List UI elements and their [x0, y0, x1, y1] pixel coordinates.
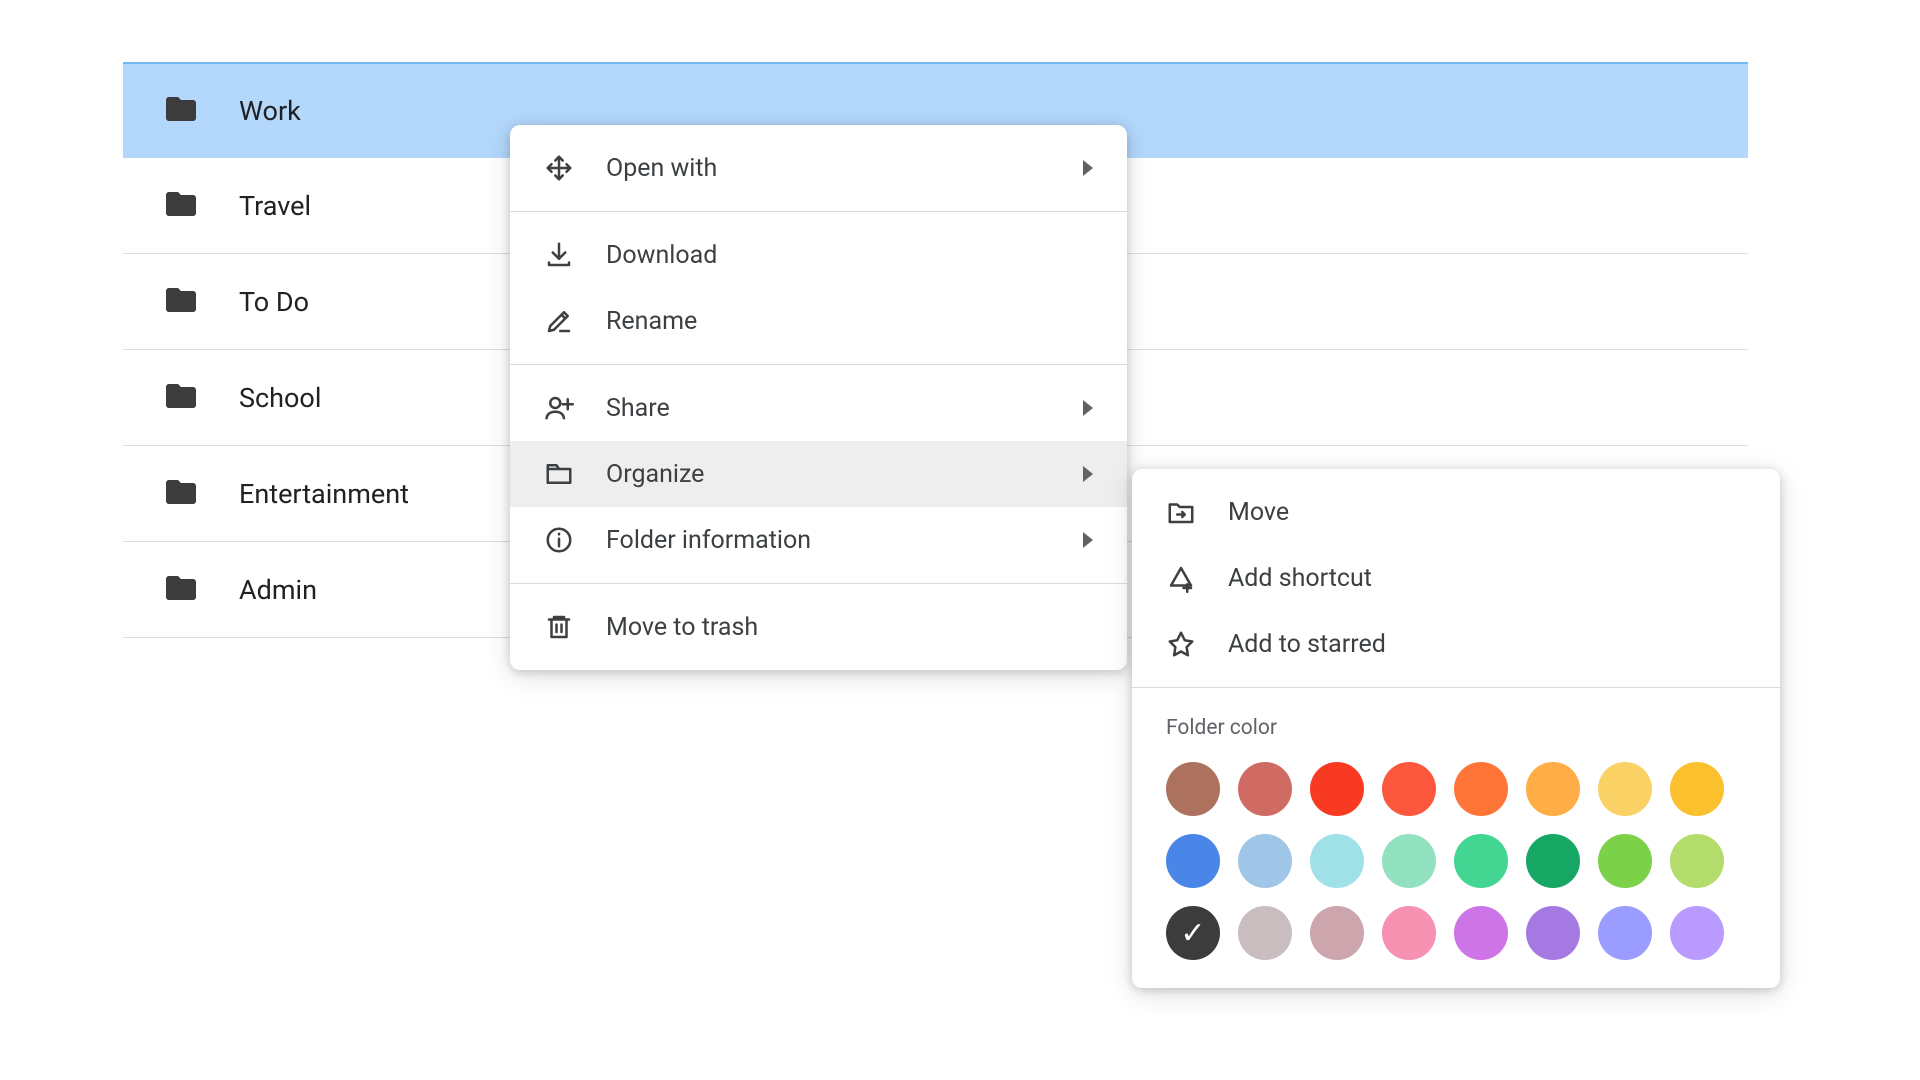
folder-icon	[163, 282, 199, 322]
menu-label: Folder information	[606, 526, 1093, 555]
folder-icon	[163, 186, 199, 226]
share-icon	[544, 393, 574, 423]
menu-download[interactable]: Download	[510, 222, 1127, 288]
folder-label: Entertainment	[239, 478, 409, 510]
color-swatch[interactable]	[1454, 834, 1508, 888]
menu-open-with[interactable]: Open with	[510, 135, 1127, 201]
chevron-right-icon	[1083, 466, 1093, 482]
submenu-add-starred[interactable]: Add to starred	[1132, 611, 1780, 677]
menu-label: Share	[606, 394, 1093, 423]
folder-label: Travel	[239, 190, 311, 222]
submenu-add-shortcut[interactable]: Add shortcut	[1132, 545, 1780, 611]
color-swatch[interactable]	[1382, 906, 1436, 960]
menu-share[interactable]: Share	[510, 375, 1127, 441]
folder-color-grid: ✓	[1132, 744, 1780, 960]
folder-color-label: Folder color	[1132, 698, 1780, 744]
chevron-right-icon	[1083, 160, 1093, 176]
color-swatch[interactable]	[1670, 834, 1724, 888]
color-swatch[interactable]	[1166, 762, 1220, 816]
menu-label: Add shortcut	[1228, 564, 1746, 593]
color-swatch[interactable]	[1310, 834, 1364, 888]
context-menu: Open with Download Rename Share	[510, 125, 1127, 670]
color-swatch[interactable]	[1166, 834, 1220, 888]
submenu-move[interactable]: Move	[1132, 479, 1780, 545]
color-swatch[interactable]	[1238, 762, 1292, 816]
color-swatch[interactable]	[1598, 906, 1652, 960]
color-swatch[interactable]	[1382, 762, 1436, 816]
menu-separator	[510, 211, 1127, 212]
folder-label: Work	[239, 95, 301, 127]
trash-icon	[544, 612, 574, 642]
menu-label: Organize	[606, 460, 1093, 489]
chevron-right-icon	[1083, 532, 1093, 548]
color-swatch[interactable]	[1310, 906, 1364, 960]
menu-label: Rename	[606, 307, 1093, 336]
color-swatch[interactable]: ✓	[1166, 906, 1220, 960]
menu-label: Move to trash	[606, 613, 1093, 642]
color-swatch[interactable]	[1382, 834, 1436, 888]
info-icon	[544, 525, 574, 555]
checkmark-icon: ✓	[1180, 916, 1205, 951]
folder-icon	[163, 91, 199, 131]
color-swatch[interactable]	[1454, 762, 1508, 816]
rename-icon	[544, 306, 574, 336]
menu-separator	[1132, 687, 1780, 688]
menu-label: Add to starred	[1228, 630, 1746, 659]
menu-separator	[510, 583, 1127, 584]
color-swatch[interactable]	[1238, 906, 1292, 960]
download-icon	[544, 240, 574, 270]
color-swatch[interactable]	[1526, 762, 1580, 816]
color-swatch[interactable]	[1310, 762, 1364, 816]
menu-move-to-trash[interactable]: Move to trash	[510, 594, 1127, 660]
color-swatch[interactable]	[1670, 906, 1724, 960]
open-with-icon	[544, 153, 574, 183]
folder-label: Admin	[239, 574, 317, 606]
folder-icon	[163, 378, 199, 418]
menu-folder-info[interactable]: Folder information	[510, 507, 1127, 573]
color-swatch[interactable]	[1598, 762, 1652, 816]
move-icon	[1166, 497, 1196, 527]
add-shortcut-icon	[1166, 563, 1196, 593]
menu-label: Download	[606, 241, 1093, 270]
organize-icon	[544, 459, 574, 489]
folder-icon	[163, 474, 199, 514]
chevron-right-icon	[1083, 400, 1093, 416]
color-swatch[interactable]	[1454, 906, 1508, 960]
menu-rename[interactable]: Rename	[510, 288, 1127, 354]
color-swatch[interactable]	[1526, 834, 1580, 888]
folder-label: School	[239, 382, 321, 414]
menu-label: Open with	[606, 154, 1093, 183]
menu-separator	[510, 364, 1127, 365]
menu-label: Move	[1228, 498, 1746, 527]
organize-submenu: Move Add shortcut Add to starred Folder …	[1132, 469, 1780, 988]
color-swatch[interactable]	[1238, 834, 1292, 888]
color-swatch[interactable]	[1526, 906, 1580, 960]
star-icon	[1166, 629, 1196, 659]
color-swatch[interactable]	[1670, 762, 1724, 816]
menu-organize[interactable]: Organize	[510, 441, 1127, 507]
folder-icon	[163, 570, 199, 610]
folder-label: To Do	[239, 286, 309, 318]
color-swatch[interactable]	[1598, 834, 1652, 888]
